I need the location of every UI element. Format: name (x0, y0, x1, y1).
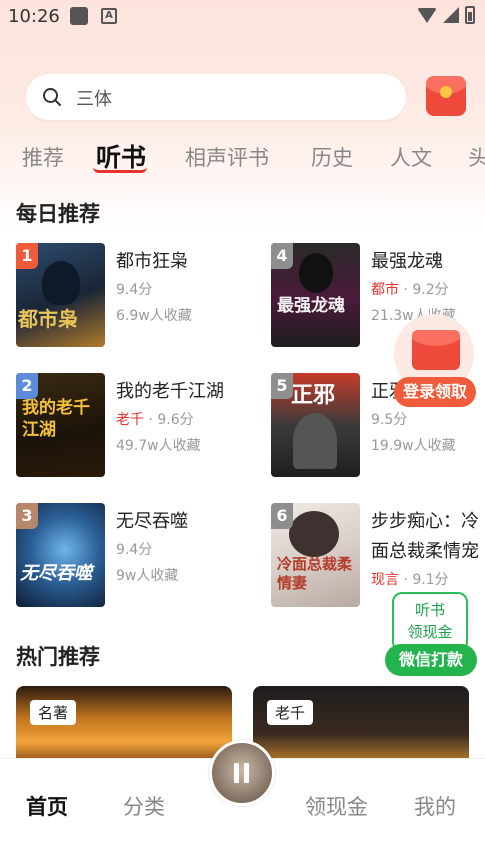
hot-card[interactable]: 名著 (16, 686, 232, 766)
tab-headline[interactable]: 头 (468, 142, 485, 172)
book-item[interactable]: 都市枭 1 都市狂枭 9.4分 6.9w人收藏 (16, 243, 246, 353)
signal-icon (443, 7, 459, 23)
tab-humanities[interactable]: 人文 (390, 142, 432, 172)
nav-cash[interactable]: 领现金 (305, 791, 368, 821)
book-tag: 都市 (371, 282, 399, 298)
hot-card-tag: 名著 (30, 700, 77, 725)
rank-badge: 1 (16, 243, 38, 269)
category-tabs: 推荐 听书 相声评书 历史 人文 头 (0, 138, 485, 178)
book-title: 无尽吞噬 (116, 511, 188, 532)
nav-category[interactable]: 分类 (123, 791, 165, 821)
tab-recommend[interactable]: 推荐 (22, 142, 64, 172)
red-packet-icon[interactable] (412, 330, 460, 370)
cover-title: 无尽吞噬 (20, 563, 92, 584)
rank-badge: 6 (271, 503, 293, 529)
cover-title: 正邪 (291, 383, 336, 408)
book-title: 我的老千江湖 (116, 381, 224, 402)
app-notification-icon (70, 7, 88, 25)
book-score: 9.1分 (412, 572, 449, 588)
book-title: 最强龙魂 (371, 251, 443, 272)
daily-title: 每日推荐 (16, 202, 100, 226)
book-title-line2: 面总裁柔情宠 (371, 541, 479, 562)
nav-mine[interactable]: 我的 (414, 791, 456, 821)
book-score: 9.6分 (157, 412, 194, 428)
pause-icon (234, 763, 250, 783)
book-meta: 都市 · 9.2分 (371, 282, 449, 298)
book-score: 9.2分 (412, 282, 449, 298)
listen-cash-card[interactable]: 听书 领现金 (392, 592, 468, 652)
nav-home[interactable]: 首页 (26, 791, 68, 821)
book-meta: 现言 · 9.1分 (371, 572, 449, 588)
book-title: 步步痴心：冷 (371, 511, 479, 532)
book-score: 9.4分 (116, 542, 153, 558)
listen-cash-line1: 听书 (414, 601, 445, 619)
a-notification-icon: A (101, 8, 117, 24)
now-playing-button[interactable] (209, 740, 275, 806)
cover-title: 我的老千江湖 (22, 398, 90, 440)
rank-badge: 3 (16, 503, 38, 529)
book-cover: 无尽吞噬 3 (16, 503, 105, 607)
status-bar: 10:26 A (0, 0, 485, 34)
cover-title: 最强龙魂 (277, 296, 345, 316)
hot-card[interactable]: 老千 (253, 686, 469, 766)
login-reward-button[interactable]: 登录领取 (394, 377, 476, 407)
book-cover: 最强龙魂 4 (271, 243, 360, 347)
book-cover: 正邪 5 (271, 373, 360, 477)
wifi-icon (417, 7, 437, 23)
battery-icon (465, 6, 475, 24)
book-score: 9.5分 (371, 412, 408, 428)
book-title: 都市狂枭 (116, 251, 188, 272)
tab-history[interactable]: 历史 (311, 142, 353, 172)
rank-badge: 2 (16, 373, 38, 399)
status-icons (417, 6, 475, 24)
search-input[interactable]: 三体 (26, 74, 406, 120)
book-item[interactable]: 无尽吞噬 3 无尽吞噬 9.4分 9w人收藏 (16, 503, 246, 613)
book-cover: 冷面总裁柔情妻 6 (271, 503, 360, 607)
red-packet-icon[interactable] (426, 76, 466, 116)
book-favorites: 9w人收藏 (116, 568, 179, 584)
book-favorites: 49.7w人收藏 (116, 438, 201, 454)
rank-badge: 4 (271, 243, 293, 269)
book-item[interactable]: 我的老千江湖 2 我的老千江湖 老千 · 9.6分 49.7w人收藏 (16, 373, 246, 483)
active-tab-indicator (93, 167, 147, 173)
cover-title: 都市枭 (18, 307, 78, 331)
rank-badge: 5 (271, 373, 293, 399)
book-meta: 老千 · 9.6分 (116, 412, 194, 428)
search-placeholder: 三体 (76, 89, 112, 110)
book-tag: 现言 (371, 572, 399, 588)
listen-cash-line2: 领现金 (407, 623, 453, 641)
book-tag: 老千 (116, 412, 144, 428)
hot-card-tag: 老千 (267, 700, 314, 725)
search-icon (43, 88, 61, 106)
tab-crosstalk[interactable]: 相声评书 (185, 142, 269, 172)
book-cover: 都市枭 1 (16, 243, 105, 347)
status-time: 10:26 (8, 6, 60, 27)
book-cover: 我的老千江湖 2 (16, 373, 105, 477)
book-score: 9.4分 (116, 282, 153, 298)
book-favorites: 6.9w人收藏 (116, 308, 192, 324)
wechat-payout-button[interactable]: 微信打款 (385, 644, 477, 676)
hot-title: 热门推荐 (16, 645, 100, 669)
book-favorites: 19.9w人收藏 (371, 438, 456, 454)
cover-title: 冷面总裁柔情妻 (277, 555, 353, 592)
